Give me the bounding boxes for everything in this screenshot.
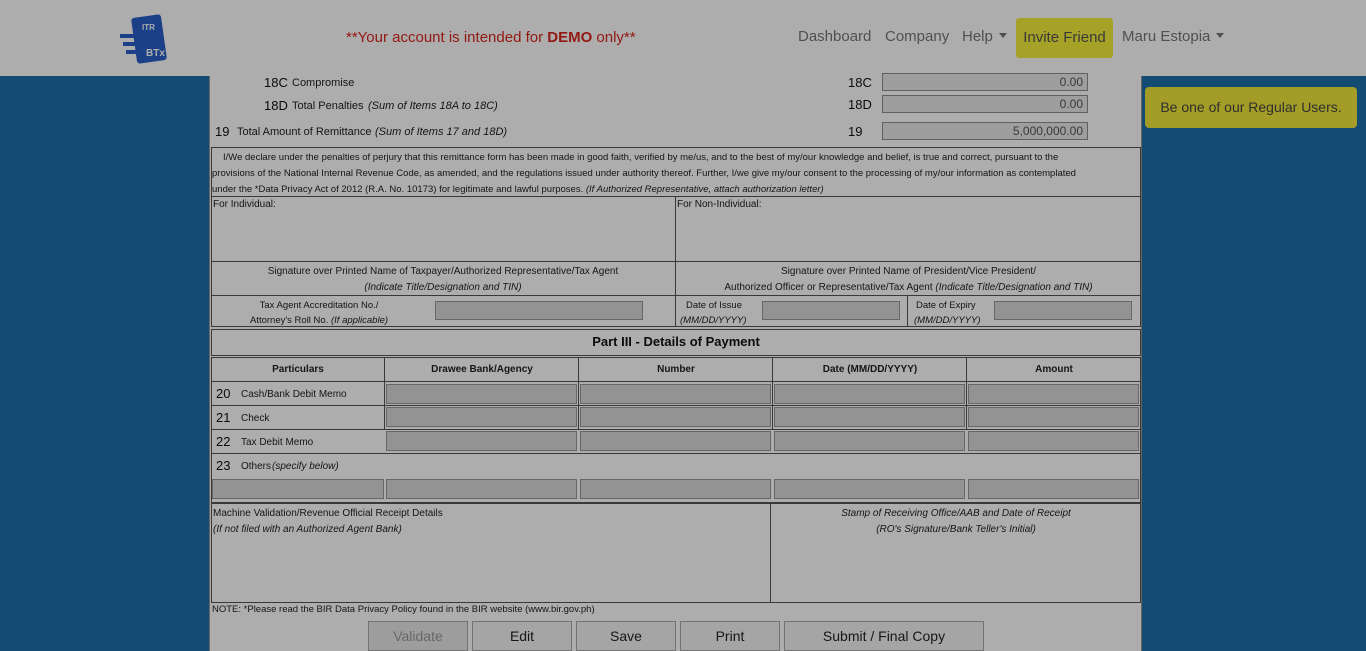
modal-backdrop[interactable] [0,0,1366,651]
